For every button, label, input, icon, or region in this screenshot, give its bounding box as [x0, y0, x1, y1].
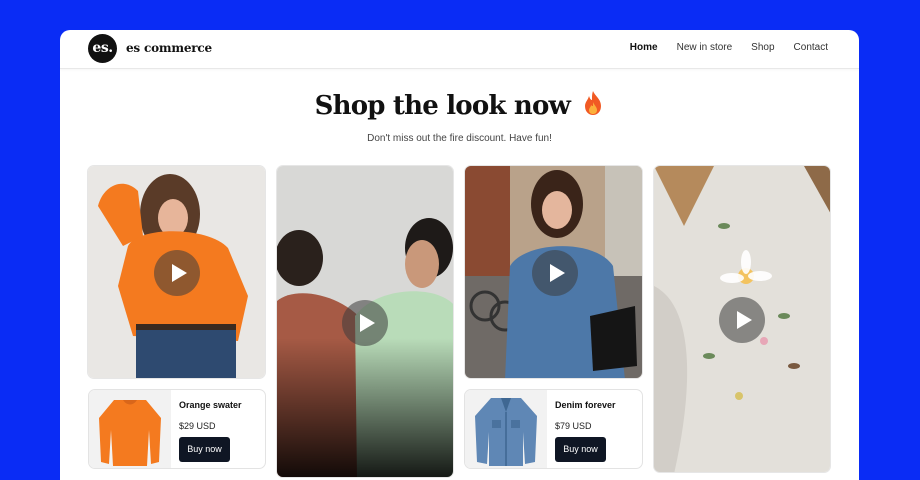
product-name: Denim forever: [555, 400, 616, 410]
main-nav: Home New in store Shop Contact: [630, 42, 828, 53]
play-button[interactable]: [532, 250, 578, 296]
nav-shop[interactable]: Shop: [751, 42, 774, 53]
jacket-image: [475, 398, 537, 466]
buy-now-button[interactable]: Buy now: [179, 437, 230, 462]
app-window: es. es commerce Home New in store Shop C…: [60, 30, 859, 480]
page-title-text: Shop the look now: [314, 91, 571, 121]
product-name: Orange swater: [179, 400, 242, 410]
video-card-orange[interactable]: [87, 165, 266, 379]
play-button[interactable]: [719, 297, 765, 343]
video-card-embroidery[interactable]: [653, 165, 831, 473]
product-price: $79 USD: [555, 421, 592, 431]
fire-icon: [585, 91, 602, 115]
play-button[interactable]: [342, 300, 388, 346]
product-card-orange[interactable]: Orange swater $29 USD Buy now: [88, 389, 266, 469]
product-thumbnail: [89, 390, 171, 468]
buy-now-button[interactable]: Buy now: [555, 437, 606, 462]
play-button[interactable]: [154, 250, 200, 296]
video-card-duo[interactable]: [276, 165, 454, 478]
page-subtitle: Don't miss out the fire discount. Have f…: [367, 133, 552, 144]
nav-home[interactable]: Home: [630, 42, 658, 53]
product-price: $29 USD: [179, 421, 216, 431]
brand-name[interactable]: es commerce: [126, 41, 212, 55]
product-thumbnail: [465, 390, 547, 468]
sweater-image: [99, 400, 161, 466]
product-card-denim[interactable]: Denim forever $79 USD Buy now: [464, 389, 643, 469]
nav-new-in-store[interactable]: New in store: [677, 42, 733, 53]
logo-mark[interactable]: es.: [88, 34, 117, 63]
navbar: es. es commerce Home New in store Shop C…: [60, 30, 859, 69]
page-title: Shop the look now: [60, 90, 859, 121]
video-card-denim[interactable]: [464, 165, 643, 379]
nav-contact[interactable]: Contact: [794, 42, 828, 53]
